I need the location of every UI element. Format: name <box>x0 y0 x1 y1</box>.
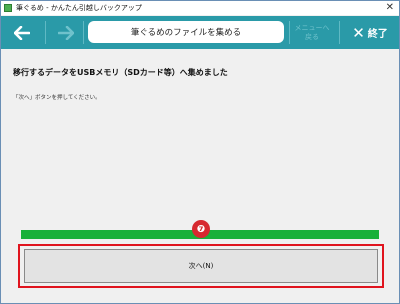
app-icon <box>4 4 12 12</box>
toolbar-divider <box>45 21 46 44</box>
instruction-text: 「次へ」ボタンを押してください。 <box>13 95 101 101</box>
toolbar-divider <box>339 21 340 44</box>
window-title: 筆ぐるめ - かんたん引越しバックアップ <box>16 4 142 12</box>
arrow-right-icon <box>58 25 74 40</box>
back-to-menu-button[interactable]: メニューへ 戻る <box>290 16 334 49</box>
app-window: 筆ぐるめ - かんたん引越しバックアップ ✕ 筆ぐるめのファイルを集める メニュ… <box>0 0 400 304</box>
toolbar-divider <box>83 21 84 44</box>
back-button[interactable] <box>7 16 37 49</box>
close-icon: ✕ <box>352 23 365 42</box>
exit-button[interactable]: ✕ 終了 <box>343 16 397 49</box>
next-button[interactable]: 次へ(N) <box>24 249 378 283</box>
arrow-left-icon <box>14 25 30 40</box>
main-message: 移行するデータをUSBメモリ（SDカード等）へ集めました <box>13 68 228 77</box>
step-number-badge: ❼ <box>192 220 210 238</box>
window-close-button[interactable]: ✕ <box>386 1 394 15</box>
toolbar: 筆ぐるめのファイルを集める メニューへ 戻る ✕ 終了 <box>1 16 399 49</box>
forward-button[interactable] <box>51 16 81 49</box>
title-bar: 筆ぐるめ - かんたん引越しバックアップ ✕ <box>1 1 399 15</box>
step-title: 筆ぐるめのファイルを集める <box>88 21 284 43</box>
exit-label: 終了 <box>367 29 388 40</box>
